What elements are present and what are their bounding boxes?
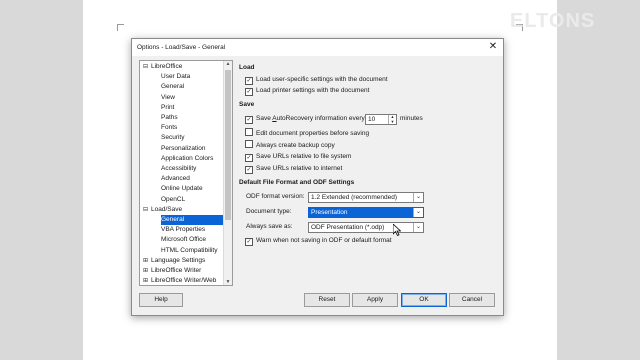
relative-internet-label: Save URLs relative to internet bbox=[256, 165, 343, 172]
crop-mark-top-left bbox=[117, 24, 124, 31]
autorecovery-checkbox[interactable]: ✓ Save AutoRecovery information every: bbox=[245, 114, 367, 124]
mouse-pointer-icon bbox=[393, 224, 401, 236]
save-section-title: Save bbox=[239, 101, 255, 108]
load-section-title: Load bbox=[239, 64, 255, 71]
help-button[interactable]: Help bbox=[139, 293, 183, 307]
chevron-down-icon[interactable]: ⌄ bbox=[413, 223, 423, 232]
odf-version-label: ODF format version: bbox=[246, 193, 305, 200]
tree-item[interactable]: ⊞ Language Settings bbox=[140, 256, 223, 266]
document-type-value: Presentation bbox=[311, 209, 348, 216]
reset-button[interactable]: Reset bbox=[304, 293, 350, 307]
close-icon[interactable]: ✕ bbox=[487, 41, 499, 53]
scroll-up-icon[interactable]: ▲ bbox=[224, 61, 232, 67]
relative-filesystem-checkbox[interactable]: ✓ Save URLs relative to file system bbox=[245, 152, 351, 162]
tree-item[interactable]: Microsoft Office bbox=[161, 235, 209, 245]
tree-item[interactable]: Accessibility bbox=[161, 164, 199, 174]
checkbox-icon[interactable] bbox=[245, 128, 253, 136]
tree-item[interactable]: Application Colors bbox=[161, 154, 216, 164]
tree-item[interactable]: ⊞ LibreOffice Writer bbox=[140, 266, 223, 276]
load-printer-settings-label: Load printer settings with the document bbox=[256, 87, 370, 94]
tree-item[interactable]: ⊟ Load/Save bbox=[140, 205, 223, 215]
autorecovery-minutes-spinner[interactable]: 10 ▲ ▼ bbox=[365, 114, 397, 125]
tree-item-label: LibreOffice bbox=[151, 63, 183, 70]
checkbox-icon[interactable]: ✓ bbox=[245, 154, 253, 162]
checkbox-icon[interactable]: ✓ bbox=[245, 88, 253, 96]
scroll-thumb[interactable] bbox=[225, 70, 231, 220]
tree-expander-icon[interactable]: ⊞ bbox=[142, 256, 149, 266]
chevron-down-icon[interactable]: ⌄ bbox=[413, 193, 423, 202]
odf-version-select[interactable]: 1.2 Extended (recommended) ⌄ bbox=[308, 192, 424, 203]
backup-copy-checkbox[interactable]: Always create backup copy bbox=[245, 140, 335, 150]
load-user-settings-checkbox[interactable]: ✓ Load user-specific settings with the do… bbox=[245, 75, 388, 85]
always-save-as-select[interactable]: ODF Presentation (*.odp) ⌄ bbox=[308, 222, 424, 233]
odf-version-value: 1.2 Extended (recommended) bbox=[311, 194, 397, 201]
tree-item-label: Load/Save bbox=[151, 205, 183, 213]
tree-item-label: Language Settings bbox=[151, 256, 206, 264]
defaults-section-title: Default File Format and ODF Settings bbox=[239, 179, 355, 186]
options-dialog: Options - Load/Save - General ✕ ⊟ LibreOf… bbox=[131, 38, 504, 316]
watermark: ELTONS bbox=[510, 10, 596, 32]
always-save-as-value: ODF Presentation (*.odp) bbox=[311, 224, 385, 231]
autorecovery-minutes-value[interactable]: 10 bbox=[368, 115, 375, 124]
load-printer-settings-checkbox[interactable]: ✓ Load printer settings with the document bbox=[245, 86, 369, 96]
apply-button[interactable]: Apply bbox=[352, 293, 398, 307]
edit-properties-label: Edit document properties before saving bbox=[256, 130, 370, 137]
relative-internet-checkbox[interactable]: ✓ Save URLs relative to internet bbox=[245, 164, 342, 174]
tree-item-label: LibreOffice Writer/Web bbox=[151, 277, 217, 285]
tree-item-label: LibreOffice Writer bbox=[151, 267, 202, 274]
tree-item[interactable]: Personalization bbox=[161, 144, 208, 154]
document-type-select[interactable]: Presentation ⌄ bbox=[308, 207, 424, 218]
warn-odf-label: Warn when not saving in ODF or default f… bbox=[256, 237, 392, 244]
tree-item[interactable]: Fonts bbox=[161, 123, 180, 133]
tree-item[interactable]: ⊟ LibreOffice bbox=[140, 62, 223, 72]
tree-item[interactable]: OpenCL bbox=[161, 195, 188, 205]
autorecovery-label-pre: Save bbox=[256, 115, 273, 122]
tree-expander-icon[interactable]: ⊞ bbox=[142, 266, 149, 276]
tree-item[interactable]: Paths bbox=[161, 113, 181, 123]
backup-copy-label: Always create backup copy bbox=[256, 142, 335, 149]
ok-button[interactable]: OK bbox=[401, 293, 447, 307]
tree-item[interactable]: User Data bbox=[161, 72, 193, 82]
edit-properties-checkbox[interactable]: Edit document properties before saving bbox=[245, 128, 369, 138]
tree-item[interactable]: General bbox=[161, 215, 223, 225]
autorecovery-label-post: utoRecovery information every: bbox=[276, 115, 367, 122]
checkbox-icon[interactable]: ✓ bbox=[245, 238, 253, 246]
checkbox-icon[interactable] bbox=[245, 140, 253, 148]
tree-expander-icon[interactable]: ⊟ bbox=[142, 62, 149, 72]
dialog-title: Options - Load/Save - General bbox=[137, 44, 226, 51]
load-user-settings-label: Load user-specific settings with the doc… bbox=[256, 76, 388, 83]
document-type-label: Document type: bbox=[246, 208, 292, 215]
tree-item[interactable]: General bbox=[161, 82, 187, 92]
spinner-arrows-icon[interactable]: ▲ ▼ bbox=[388, 114, 396, 124]
tree-item[interactable]: ⊞ LibreOffice Writer/Web bbox=[140, 276, 223, 285]
minutes-unit-label: minutes bbox=[400, 115, 423, 122]
tree-item[interactable]: Security bbox=[161, 133, 187, 143]
scroll-down-icon[interactable]: ▼ bbox=[224, 279, 232, 285]
tree-expander-icon[interactable]: ⊟ bbox=[142, 205, 149, 215]
always-save-as-label: Always save as: bbox=[246, 223, 293, 230]
checkbox-icon[interactable]: ✓ bbox=[245, 116, 253, 124]
tree-item[interactable]: Advanced bbox=[161, 174, 193, 184]
tree-item[interactable]: VBA Properties bbox=[161, 225, 208, 235]
checkbox-icon[interactable]: ✓ bbox=[245, 166, 253, 174]
options-tree[interactable]: ⊟ LibreOffice User Data General View Print Pat… bbox=[139, 60, 233, 286]
chevron-down-icon[interactable]: ⌄ bbox=[413, 208, 423, 217]
relative-filesystem-label: Save URLs relative to file system bbox=[256, 153, 352, 160]
tree-item[interactable]: View bbox=[161, 93, 178, 103]
tree-item[interactable]: Print bbox=[161, 103, 177, 113]
tree-item[interactable]: Online Update bbox=[161, 184, 206, 194]
checkbox-icon[interactable]: ✓ bbox=[245, 77, 253, 85]
tree-expander-icon[interactable]: ⊞ bbox=[142, 276, 149, 285]
tree-item[interactable]: HTML Compatibility bbox=[161, 246, 220, 256]
tree-scrollbar[interactable]: ▲ ▼ bbox=[223, 61, 232, 285]
cancel-button[interactable]: Cancel bbox=[449, 293, 495, 307]
dialog-titlebar: Options - Load/Save - General ✕ bbox=[132, 39, 503, 56]
warn-odf-checkbox[interactable]: ✓ Warn when not saving in ODF or default … bbox=[245, 236, 392, 246]
